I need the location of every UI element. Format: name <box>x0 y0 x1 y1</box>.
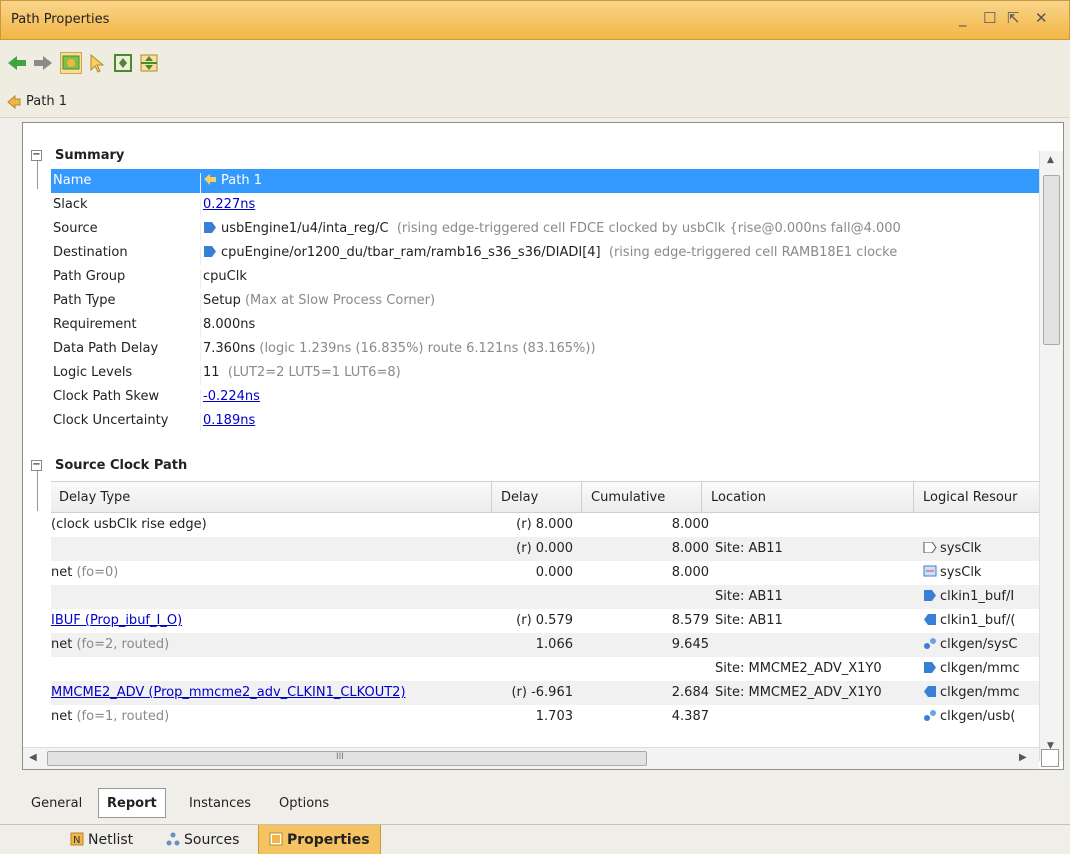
window-titlebar: Path Properties _ ☐ ⇱ ✕ <box>0 0 1070 40</box>
col-cumulative[interactable]: Cumulative <box>591 490 665 505</box>
expand-collapse-icon[interactable] <box>138 52 160 74</box>
output-pin-icon <box>924 686 936 697</box>
close-button[interactable]: ✕ <box>1035 9 1048 27</box>
summary-row-logic-levels[interactable]: Logic Levels 11 (LUT2=2 LUT5=1 LUT6=8) <box>51 361 1039 385</box>
back-arrow-icon[interactable] <box>6 52 28 74</box>
forward-arrow-icon[interactable] <box>32 52 54 74</box>
summary-section-header[interactable]: − Summary <box>23 145 1039 167</box>
routed-net-icon <box>924 710 936 721</box>
table-row[interactable]: net (fo=1, routed) 1.703 4.387 clkgen/us… <box>51 705 1039 729</box>
table-row[interactable]: IBUF (Prop_ibuf_I_O) (r) 0.579 8.579 Sit… <box>51 609 1039 633</box>
pin-icon <box>204 246 216 257</box>
port-icon <box>923 541 937 554</box>
path-label: Path 1 <box>26 94 67 109</box>
tab-sources[interactable]: Sources <box>156 825 249 854</box>
summary-row-path-type[interactable]: Path Type Setup (Max at Slow Process Cor… <box>51 289 1039 313</box>
summary-row-name[interactable]: Name Path 1 <box>51 169 1039 193</box>
sources-icon <box>166 832 180 846</box>
clock-skew-link[interactable]: -0.224ns <box>203 389 260 404</box>
corner-toggle[interactable] <box>1041 749 1059 767</box>
source-clock-table-header: Delay Type Delay Cumulative Location Log… <box>51 481 1039 513</box>
minimize-button[interactable]: _ <box>959 9 967 27</box>
slack-link[interactable]: 0.227ns <box>203 197 255 212</box>
dock-tabs: N Netlist Sources Properties <box>0 824 1070 854</box>
summary-row-clock-path-skew[interactable]: Clock Path Skew -0.224ns <box>51 385 1039 409</box>
table-row[interactable]: Site: AB11 clkin1_buf/I <box>51 585 1039 609</box>
fit-selection-icon[interactable] <box>112 52 134 74</box>
summary-row-slack[interactable]: Slack 0.227ns <box>51 193 1039 217</box>
tab-properties[interactable]: Properties <box>258 825 381 854</box>
maximize-button[interactable]: ☐ <box>983 9 996 27</box>
tab-netlist[interactable]: N Netlist <box>60 825 143 854</box>
tab-instances[interactable]: Instances <box>180 788 260 818</box>
toolbar <box>0 40 1070 86</box>
svg-text:N: N <box>73 835 80 846</box>
scroll-right-icon[interactable]: ▶ <box>1019 752 1027 763</box>
table-row[interactable]: net (fo=2, routed) 1.066 9.645 clkgen/sy… <box>51 633 1039 657</box>
source-clock-section-header[interactable]: − Source Clock Path <box>23 455 1039 477</box>
clock-uncertainty-link[interactable]: 0.189ns <box>203 413 255 428</box>
highlight-path-icon[interactable] <box>60 52 82 74</box>
path-icon <box>204 174 216 185</box>
col-delay-type[interactable]: Delay Type <box>59 490 130 505</box>
mmcme2-link[interactable]: MMCME2_ADV (Prop_mmcme2_adv_CLKIN1_CLKOU… <box>51 685 406 700</box>
summary-row-source[interactable]: Source usbEngine1/u4/inta_reg/C (rising … <box>51 217 1039 241</box>
summary-row-requirement[interactable]: Requirement 8.000ns <box>51 313 1039 337</box>
pin-icon <box>924 590 936 601</box>
col-logical-resource[interactable]: Logical Resour <box>923 490 1017 505</box>
window-title: Path Properties <box>11 12 110 27</box>
summary-row-data-path-delay[interactable]: Data Path Delay 7.360ns (logic 1.239ns (… <box>51 337 1039 361</box>
summary-row-clock-uncertainty[interactable]: Clock Uncertainty 0.189ns <box>51 409 1039 433</box>
net-icon <box>923 565 937 577</box>
collapse-icon[interactable]: − <box>31 150 42 161</box>
float-button[interactable]: ⇱ <box>1007 9 1020 27</box>
select-cursor-icon[interactable] <box>86 52 108 74</box>
netlist-icon: N <box>70 832 84 846</box>
pin-icon <box>204 222 216 233</box>
tab-report[interactable]: Report <box>98 788 166 818</box>
table-row[interactable]: (clock usbClk rise edge) (r) 8.000 8.000 <box>51 513 1039 537</box>
output-pin-icon <box>924 614 936 625</box>
ibuf-link[interactable]: IBUF (Prop_ibuf_I_O) <box>51 613 182 628</box>
col-delay[interactable]: Delay <box>501 490 538 505</box>
pin-icon <box>924 662 936 673</box>
path-icon <box>6 94 22 114</box>
scroll-left-icon[interactable]: ◀ <box>29 752 37 763</box>
col-location[interactable]: Location <box>711 490 766 505</box>
horizontal-scroll-thumb[interactable]: III <box>47 751 647 766</box>
vertical-scrollbar[interactable]: ▲ ▼ <box>1039 151 1063 761</box>
summary-row-destination[interactable]: Destination cpuEngine/or1200_du/tbar_ram… <box>51 241 1039 265</box>
table-row[interactable]: MMCME2_ADV (Prop_mmcme2_adv_CLKIN1_CLKOU… <box>51 681 1039 705</box>
vertical-scroll-thumb[interactable] <box>1043 175 1060 345</box>
horizontal-scrollbar[interactable]: ◀ III ▶ <box>23 747 1039 769</box>
summary-row-path-group[interactable]: Path Group cpuClk <box>51 265 1039 289</box>
collapse-icon[interactable]: − <box>31 460 42 471</box>
table-row[interactable]: Site: MMCME2_ADV_X1Y0 clkgen/mmc <box>51 657 1039 681</box>
scroll-up-icon[interactable]: ▲ <box>1047 155 1054 165</box>
report-panel: − Summary Name Path 1 Slack 0.227ns Sour… <box>22 122 1064 770</box>
table-row[interactable]: net (fo=0) 0.000 8.000 sysClk <box>51 561 1039 585</box>
tab-options[interactable]: Options <box>270 788 338 818</box>
routed-net-icon <box>924 638 936 649</box>
tab-general[interactable]: General <box>22 788 91 818</box>
table-row[interactable]: (r) 0.000 8.000 Site: AB11 sysClk <box>51 537 1039 561</box>
properties-icon <box>269 832 283 846</box>
path-header: Path 1 <box>0 86 1070 118</box>
